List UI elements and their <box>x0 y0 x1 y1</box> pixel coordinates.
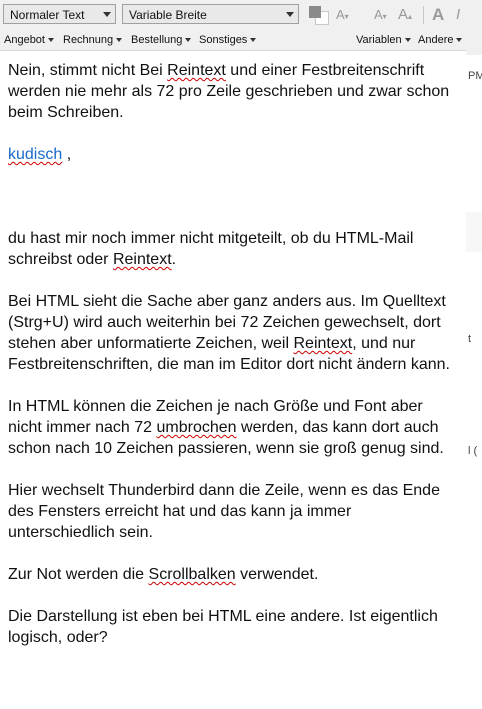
paragraph-format-value: Normaler Text <box>10 8 85 22</box>
font-value: Variable Breite <box>129 8 207 22</box>
background-panel <box>466 212 482 252</box>
background-fragment: PM <box>468 70 482 82</box>
toolbar-separator <box>423 6 424 24</box>
menu-andere[interactable]: Andere <box>418 30 463 50</box>
format-toolbar: Normaler Text Variable Breite A▾ A▾ A▴ A… <box>0 0 466 30</box>
paragraph-7: Zur Not werden die Scrollbalken verwende… <box>8 566 319 583</box>
paragraph-5: In HTML können die Zeichen je nach Größe… <box>8 398 444 457</box>
chevron-down-icon <box>286 12 294 17</box>
chevron-down-icon <box>250 38 257 43</box>
font-size-larger-icon[interactable]: A▴ <box>398 5 412 25</box>
misspelled-word: umbrochen <box>156 419 237 436</box>
misspelled-word: Reintext <box>293 335 353 352</box>
misspelled-word: Reintext <box>167 62 226 79</box>
compose-window: Normaler Text Variable Breite A▾ A▾ A▴ A… <box>0 0 467 709</box>
chevron-down-icon <box>116 38 123 43</box>
chevron-down-icon <box>456 38 463 43</box>
background-fragment: l ( <box>468 445 478 457</box>
italic-icon[interactable]: I <box>456 5 460 25</box>
font-select[interactable]: Variable Breite <box>122 4 299 24</box>
background-window: PM t l ( <box>466 0 482 709</box>
background-toolbar <box>466 0 482 55</box>
bold-icon[interactable]: A <box>432 5 444 25</box>
message-body-editor[interactable]: Nein, stimmt nicht Bei Reintext und eine… <box>8 60 458 669</box>
paragraph-1: Nein, stimmt nicht Bei Reintext und eine… <box>8 62 450 121</box>
paragraph-8: Die Darstellung ist eben bei HTML eine a… <box>8 608 438 646</box>
menu-bestellung[interactable]: Bestellung <box>131 30 192 50</box>
menu-sonstiges[interactable]: Sonstiges <box>199 30 257 50</box>
chevron-down-icon <box>103 12 111 17</box>
paragraph-2: kudisch , <box>8 144 458 165</box>
paragraph-6: Hier wechselt Thunderbird dann die Zeile… <box>8 482 440 541</box>
menu-angebot[interactable]: Angebot <box>4 30 54 50</box>
template-menubar: Angebot Rechnung Bestellung Sonstiges Va… <box>0 30 466 51</box>
font-size-smaller-icon[interactable]: A▾ <box>336 5 349 25</box>
chevron-down-icon <box>47 38 54 43</box>
paragraph-format-select[interactable]: Normaler Text <box>3 4 116 24</box>
paragraph-3: du hast mir noch immer nicht mitgeteilt,… <box>8 230 414 268</box>
text-color-swatch <box>309 6 321 18</box>
background-fragment: t <box>468 333 472 345</box>
paragraph-4: Bei HTML sieht die Sache aber ganz ander… <box>8 293 450 373</box>
misspelled-word: Scrollbalken <box>148 566 236 583</box>
mention-link[interactable]: kudisch <box>8 146 62 163</box>
chevron-down-icon <box>404 38 411 43</box>
chevron-down-icon <box>185 38 192 43</box>
font-size-small-icon[interactable]: A▾ <box>374 5 387 25</box>
menu-rechnung[interactable]: Rechnung <box>63 30 123 50</box>
menu-variablen[interactable]: Variablen <box>356 30 411 50</box>
misspelled-word: Reintext <box>112 251 172 268</box>
paragraph-2-rest: , <box>62 146 72 163</box>
text-color-button[interactable] <box>307 5 329 25</box>
